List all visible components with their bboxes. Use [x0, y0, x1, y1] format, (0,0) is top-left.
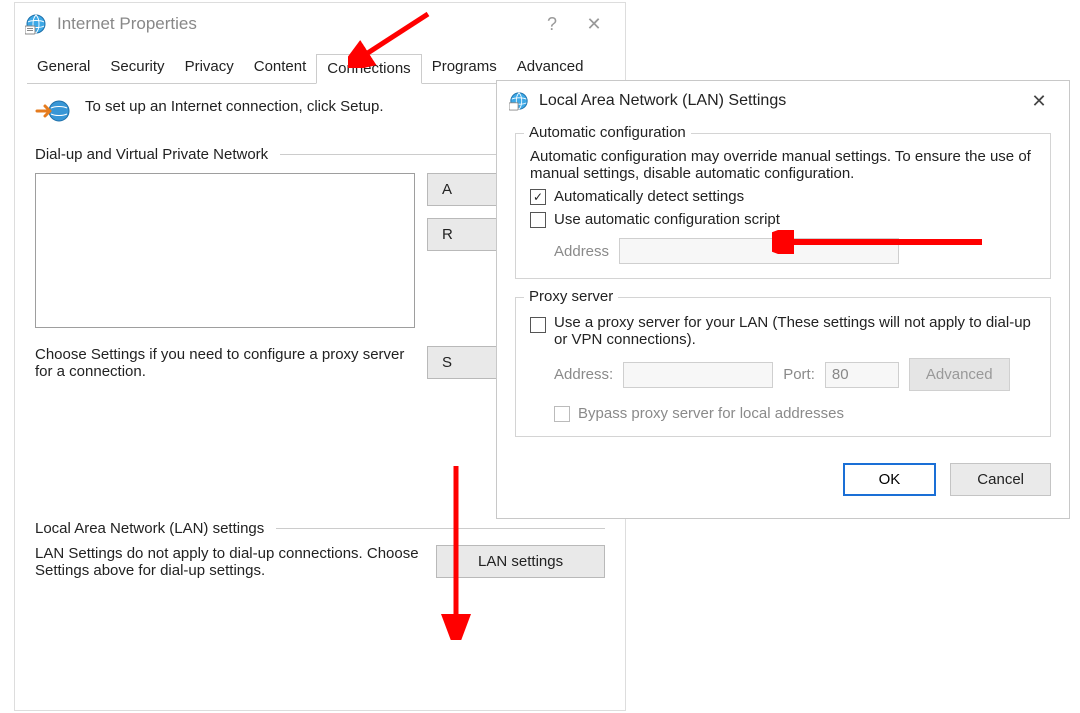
dialup-listbox[interactable] — [35, 173, 415, 328]
proxy-port-input[interactable]: 80 — [825, 362, 899, 388]
close-button[interactable]: ✕ — [573, 14, 615, 35]
auto-config-group: Automatic configuration Automatic config… — [515, 133, 1051, 279]
auto-detect-label: Automatically detect settings — [554, 188, 744, 205]
tab-content[interactable]: Content — [244, 53, 317, 83]
tab-security[interactable]: Security — [100, 53, 174, 83]
auto-script-label: Use automatic configuration script — [554, 211, 780, 228]
setup-text: To set up an Internet connection, click … — [85, 98, 385, 115]
dialup-section-label: Dial-up and Virtual Private Network — [35, 146, 268, 163]
tab-programs[interactable]: Programs — [422, 53, 507, 83]
cancel-button[interactable]: Cancel — [950, 463, 1051, 496]
globe-icon — [509, 91, 529, 111]
proxy-address-label: Address: — [554, 366, 613, 383]
divider — [276, 528, 605, 529]
script-address-label: Address — [554, 243, 609, 260]
use-proxy-checkbox[interactable] — [530, 317, 546, 333]
lan-settings-button[interactable]: LAN settings — [436, 545, 605, 578]
lan-settings-window: Local Area Network (LAN) Settings ✕ Auto… — [496, 80, 1070, 519]
lan-section-label: Local Area Network (LAN) settings — [35, 520, 264, 537]
use-proxy-label: Use a proxy server for your LAN (These s… — [554, 314, 1038, 348]
script-address-input[interactable] — [619, 238, 899, 264]
close-button[interactable]: ✕ — [1021, 91, 1057, 112]
proxy-port-label: Port: — [783, 366, 815, 383]
auto-config-desc: Automatic configuration may override man… — [530, 148, 1038, 182]
lan-desc: LAN Settings do not apply to dial-up con… — [35, 545, 424, 579]
tab-general[interactable]: General — [27, 53, 100, 83]
advanced-button[interactable]: Advanced — [909, 358, 1010, 391]
auto-script-checkbox[interactable] — [530, 212, 546, 228]
auto-config-legend: Automatic configuration — [524, 124, 691, 141]
ok-button[interactable]: OK — [843, 463, 937, 496]
tab-advanced[interactable]: Advanced — [507, 53, 594, 83]
titlebar: Internet Properties ? ✕ — [15, 3, 625, 45]
proxy-legend: Proxy server — [524, 288, 618, 305]
choose-settings-text: Choose Settings if you need to configure… — [35, 346, 415, 380]
proxy-address-input[interactable] — [623, 362, 773, 388]
titlebar: Local Area Network (LAN) Settings ✕ — [497, 81, 1069, 121]
tab-privacy[interactable]: Privacy — [175, 53, 244, 83]
tab-connections[interactable]: Connections — [316, 54, 421, 84]
help-button[interactable]: ? — [531, 14, 573, 35]
window-title: Internet Properties — [57, 14, 197, 34]
bypass-label: Bypass proxy server for local addresses — [578, 405, 844, 422]
globe-icon — [25, 13, 47, 35]
dialog-title: Local Area Network (LAN) Settings — [539, 92, 786, 110]
connect-arrow-icon — [35, 98, 71, 128]
auto-detect-checkbox[interactable] — [530, 189, 546, 205]
bypass-checkbox[interactable] — [554, 406, 570, 422]
proxy-group: Proxy server Use a proxy server for your… — [515, 297, 1051, 437]
